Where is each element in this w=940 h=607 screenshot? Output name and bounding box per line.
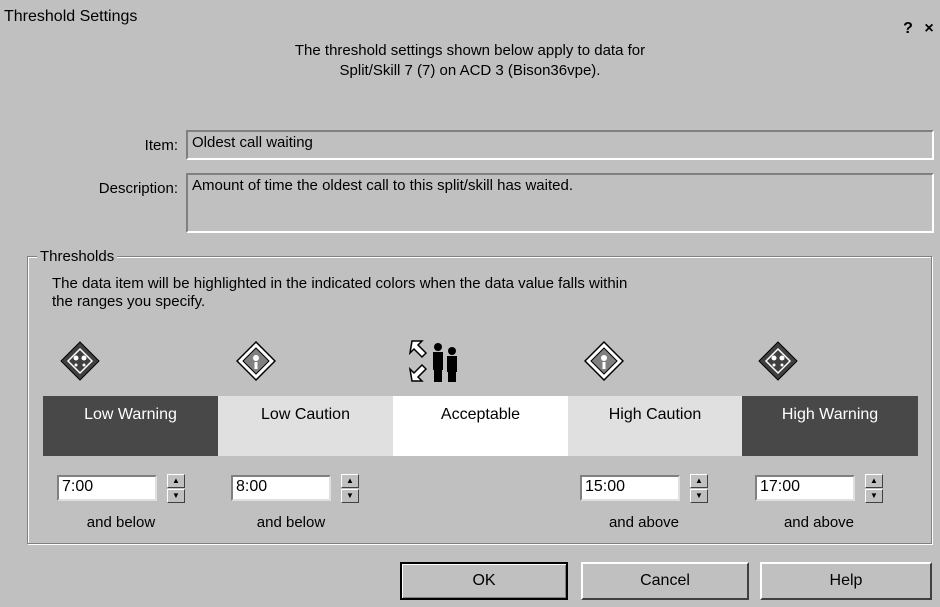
spin-down-icon[interactable]: ▼ [865,489,883,503]
thresholds-text-line-1: The data item will be highlighted in the… [52,275,628,292]
high-warning-input[interactable]: 17:00 [755,475,855,501]
spin-down-icon[interactable]: ▼ [167,489,185,503]
acceptable-people-icon [408,340,457,382]
low-warning-sublabel: and below [86,514,156,531]
high-caution-sublabel: and above [608,514,680,531]
thresholds-description: The data item will be highlighted in the… [52,275,852,311]
spin-down-icon[interactable]: ▼ [341,489,359,503]
intro-line-2: Split/Skill 7 (7) on ACD 3 (Bison36vpe). [339,62,601,79]
close-icon[interactable]: × [918,20,940,38]
ok-button[interactable]: OK [400,562,568,600]
caution-diamond-icon [584,341,624,381]
thresholds-text-line-2: the ranges you specify. [52,293,206,310]
low-warning-input[interactable]: 7:00 [57,475,157,501]
low-caution-input[interactable]: 8:00 [231,475,331,501]
high-warning-sublabel: and above [783,514,855,531]
warning-diamond-icon [758,341,798,381]
thresholds-group-title: Thresholds [37,248,118,265]
window-title: Threshold Settings [4,8,138,25]
description-field: Amount of time the oldest call to this s… [186,173,934,233]
low-caution-sublabel: and below [256,514,326,531]
band-low-caution: Low Caution [218,396,393,456]
item-field: Oldest call waiting [186,130,934,160]
intro-line-1: The threshold settings shown below apply… [294,42,646,59]
intro-text: The threshold settings shown below apply… [0,41,940,81]
spin-down-icon[interactable]: ▼ [690,489,708,503]
spin-up-icon[interactable]: ▲ [690,474,708,488]
high-caution-input[interactable]: 15:00 [580,475,680,501]
caution-diamond-icon [236,341,276,381]
spin-up-icon[interactable]: ▲ [865,474,883,488]
title-bar: Threshold Settings ? × [0,0,940,37]
band-low-warning: Low Warning [43,396,218,456]
help-icon[interactable]: ? [897,20,919,38]
cancel-button[interactable]: Cancel [581,562,749,600]
band-high-caution: High Caution [568,396,742,456]
spin-up-icon[interactable]: ▲ [341,474,359,488]
band-high-warning: High Warning [742,396,918,456]
item-label: Item: [144,137,178,154]
band-acceptable: Acceptable [393,396,568,456]
warning-diamond-icon [60,341,100,381]
spin-up-icon[interactable]: ▲ [167,474,185,488]
help-button[interactable]: Help [760,562,932,600]
description-label: Description: [98,180,178,197]
